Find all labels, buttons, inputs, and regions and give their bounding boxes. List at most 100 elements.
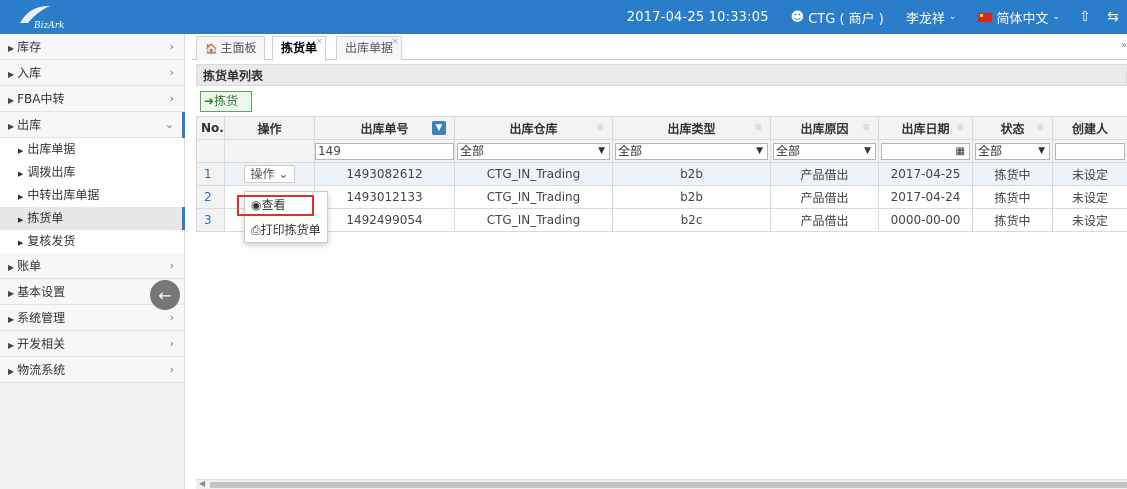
tab-label: 出库单据	[345, 41, 394, 55]
tab-label: 拣货单	[281, 41, 318, 55]
sidebar-subitem-review-ship[interactable]: ▶ 复核发货	[0, 230, 184, 253]
sort-icon[interactable]: ≡	[754, 123, 762, 133]
triangle-right-icon: ▶	[18, 147, 24, 155]
sidebar-subitem-transit-out[interactable]: ▶ 中转出库单据	[0, 184, 184, 207]
select-value: 全部	[618, 143, 643, 158]
caret-down-icon: ▼	[864, 145, 871, 156]
horizontal-scrollbar[interactable]: ◀	[196, 479, 1127, 489]
view-menu-item[interactable]: ◉查看	[237, 195, 314, 216]
status-filter-select[interactable]: 全部 ▼	[975, 142, 1050, 160]
order-no-cell: 1493082612	[314, 162, 455, 186]
close-icon[interactable]: ×	[315, 31, 323, 54]
filter-cell-empty	[196, 139, 225, 163]
calendar-icon[interactable]: ▦	[956, 144, 965, 159]
col-header-creator[interactable]: 创建人	[1052, 116, 1127, 140]
triangle-right-icon: ▶	[8, 315, 15, 324]
status-cell: 拣货中	[972, 185, 1053, 209]
sidebar-item-system[interactable]: ▶ 系统管理 ›	[0, 305, 184, 331]
scroll-left-icon[interactable]: ◀	[199, 479, 205, 488]
tab-dashboard[interactable]: 🏠 主面板	[196, 36, 266, 60]
triangle-right-icon: ▶	[8, 367, 15, 376]
order-no-filter-input[interactable]: 149	[315, 142, 454, 160]
logo-text: BizArk	[34, 21, 65, 31]
table-row[interactable]: 3 1492499054 CTG_IN_Trading b2c 产品借出 000…	[196, 208, 1127, 232]
sidebar-item-fba[interactable]: ▶ FBA中转 ›	[0, 86, 184, 112]
date-cell: 2017-04-25	[878, 162, 973, 186]
close-icon[interactable]: ×	[391, 31, 399, 54]
tab-scroll-icon[interactable]: »	[1121, 40, 1127, 51]
sidebar-item-outbound[interactable]: ▶ 出库 ⌄	[0, 112, 185, 138]
triangle-right-icon: ▶	[8, 44, 15, 53]
home-icon: 🏠	[205, 44, 218, 55]
pick-button[interactable]: ➜拣货	[200, 91, 252, 112]
select-value: 全部	[776, 143, 801, 158]
reason-filter-select[interactable]: 全部 ▼	[773, 142, 876, 160]
tab-bar: 🏠 主面板 拣货单 × 出库单据 × »	[192, 36, 1127, 61]
table-row[interactable]: 2 1493012133 CTG_IN_Trading b2b 产品借出 201…	[196, 185, 1127, 209]
sidebar-item-inbound[interactable]: ▶ 入库 ›	[0, 60, 184, 86]
row-number: 3	[196, 208, 225, 232]
col-header-warehouse[interactable]: 出库仓库 ≡	[454, 116, 613, 140]
sort-icon[interactable]: ≡	[1036, 123, 1044, 133]
sidebar-item-logistics[interactable]: ▶ 物流系统 ›	[0, 357, 184, 383]
date-filter-input[interactable]: ▦	[881, 142, 970, 160]
filter-cell-status: 全部 ▼	[972, 139, 1053, 163]
user-menu[interactable]: 李龙祥 ⌄	[895, 0, 968, 34]
sidebar-subitem-outbound-orders[interactable]: ▶ 出库单据	[0, 138, 184, 161]
filter-icon[interactable]: ▼	[432, 121, 446, 135]
action-dropdown-button[interactable]: 操作 ⌄	[243, 165, 296, 183]
filter-cell-warehouse: 全部 ▼	[454, 139, 613, 163]
sidebar-item-label: 出库	[17, 118, 42, 132]
sidebar-item-dev[interactable]: ▶ 开发相关 ›	[0, 331, 184, 357]
tab-picking[interactable]: 拣货单 ×	[272, 36, 327, 61]
sort-icon[interactable]: ≡	[862, 123, 870, 133]
swap-icon[interactable]: ⇆	[1099, 0, 1127, 34]
filter-cell-type: 全部 ▼	[612, 139, 771, 163]
row-number: 2	[196, 185, 225, 209]
chevron-down-icon: ⌄	[948, 12, 957, 22]
order-no-cell: 1493012133	[314, 185, 455, 209]
col-header-status[interactable]: 状态 ≡	[972, 116, 1053, 140]
sidebar-subitem-picking[interactable]: ▶ 拣货单	[0, 207, 185, 230]
group-icon: ☻	[790, 9, 805, 25]
print-picking-menu-item[interactable]: ⎙打印拣货单	[245, 219, 327, 241]
sidebar-item-label: 库存	[17, 40, 42, 54]
table-row[interactable]: 1 操作 ⌄ 1493082612 CTG_IN_Trading b2b 产品借…	[196, 162, 1127, 186]
arrow-left-icon: ←	[158, 285, 172, 305]
scrollbar-thumb[interactable]	[210, 482, 1127, 488]
sidebar-item-billing[interactable]: ▶ 账单 ›	[0, 253, 184, 279]
reason-cell: 产品借出	[770, 162, 879, 186]
type-cell: b2b	[612, 162, 771, 186]
chevron-down-icon: ⌄	[278, 167, 289, 181]
sort-icon[interactable]: ≡	[956, 123, 964, 133]
col-header-order-no[interactable]: 出库单号 ▼	[314, 116, 455, 140]
picking-table: No. 操作 出库单号 ▼ 出库仓库 ≡ 出库类型 ≡ 出库原因 ≡ 出库日期 ≡ 状态 ≡…	[196, 116, 1127, 232]
company-menu[interactable]: ☻ CTG ( 商户 )	[780, 0, 895, 34]
creator-cell: 未设定	[1052, 162, 1127, 186]
creator-cell: 未设定	[1052, 208, 1127, 232]
language-menu[interactable]: 简体中文 ⌄	[967, 0, 1071, 34]
col-header-type[interactable]: 出库类型 ≡	[612, 116, 771, 140]
creator-filter-input[interactable]	[1055, 142, 1125, 160]
caret-down-icon: ▼	[598, 145, 605, 156]
pick-button-label: 拣货	[214, 94, 239, 108]
sidebar-subitem-transfer-out[interactable]: ▶ 调拨出库	[0, 161, 184, 184]
chevron-right-icon: ›	[169, 40, 174, 53]
caret-down-icon: ▼	[1038, 145, 1045, 156]
sidebar: ▶ 库存 › ▶ 入库 › ▶ FBA中转 › ▶ 出库 ⌄ ▶ 出库单据 ▶ 调拨出库 ▶ 中转出库…	[0, 34, 185, 489]
warehouse-filter-select[interactable]: 全部 ▼	[457, 142, 610, 160]
col-header-date[interactable]: 出库日期 ≡	[878, 116, 973, 140]
user-name: 李龙祥	[905, 11, 945, 27]
pin-icon[interactable]: ⇧	[1071, 0, 1099, 34]
menu-item-label: 查看	[261, 198, 286, 212]
type-filter-select[interactable]: 全部 ▼	[615, 142, 768, 160]
sidebar-item-inventory[interactable]: ▶ 库存 ›	[0, 34, 184, 60]
col-header-reason[interactable]: 出库原因 ≡	[770, 116, 879, 140]
tab-outbound-orders[interactable]: 出库单据 ×	[336, 36, 403, 60]
sort-icon[interactable]: ≡	[596, 123, 604, 133]
sidebar-item-label: 基本设置	[17, 285, 66, 299]
select-value: 全部	[978, 143, 1003, 158]
top-navbar: BizArk 2017-04-25 10:33:05 ☻ CTG ( 商户 ) …	[0, 0, 1127, 34]
collapse-sidebar-button[interactable]: ←	[150, 280, 180, 310]
app-logo[interactable]: BizArk	[16, 3, 76, 31]
